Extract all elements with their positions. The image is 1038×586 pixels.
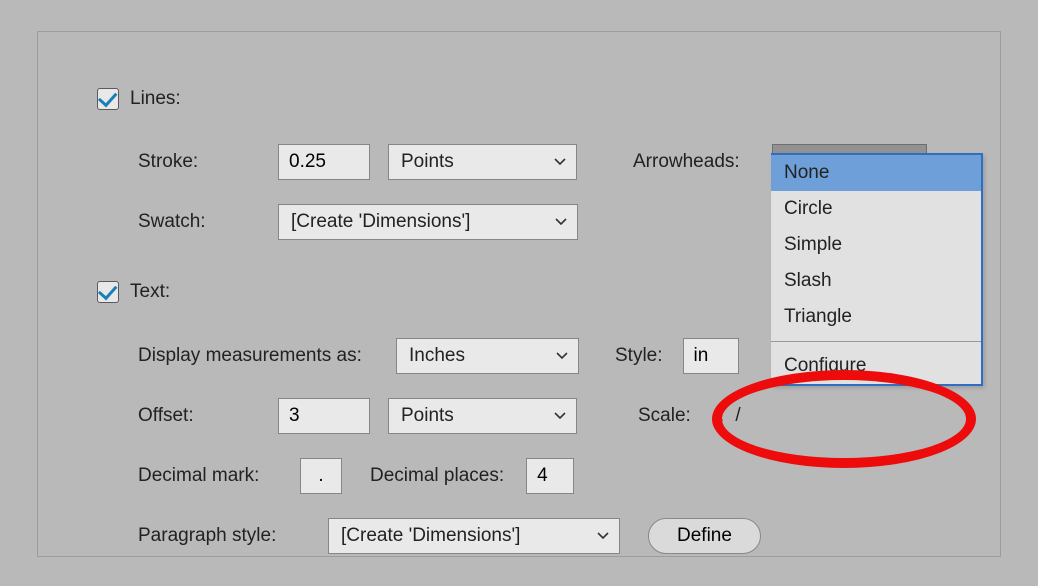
display-unit-value: Inches bbox=[409, 345, 465, 367]
style-input[interactable] bbox=[683, 338, 739, 374]
chevron-down-icon bbox=[554, 156, 566, 168]
chevron-down-icon bbox=[554, 410, 566, 422]
stroke-input[interactable] bbox=[278, 144, 370, 180]
scale-numerator: 1 bbox=[713, 405, 724, 427]
chevron-down-icon bbox=[555, 216, 567, 228]
swatch-row: Swatch: [Create 'Dimensions'] bbox=[138, 204, 578, 240]
scale-label: Scale: bbox=[638, 405, 691, 427]
arrowheads-label: Arrowheads: bbox=[633, 151, 740, 173]
offset-label: Offset: bbox=[138, 405, 278, 427]
swatch-label: Swatch: bbox=[138, 211, 278, 233]
paragraph-style-label: Paragraph style: bbox=[138, 525, 328, 547]
chevron-down-icon bbox=[556, 350, 568, 362]
decimal-row: Decimal mark: Decimal places: bbox=[138, 458, 574, 494]
text-checkbox[interactable] bbox=[97, 281, 119, 303]
display-label: Display measurements as: bbox=[138, 345, 396, 367]
arrowheads-dropdown-list: None Circle Simple Slash Triangle Config… bbox=[771, 153, 983, 386]
paragraph-style-value: [Create 'Dimensions'] bbox=[341, 525, 520, 547]
style-label: Style: bbox=[615, 345, 663, 367]
chevron-down-icon bbox=[597, 530, 609, 542]
offset-unit-value: Points bbox=[401, 405, 454, 427]
display-unit-combo[interactable]: Inches bbox=[396, 338, 579, 374]
decimal-places-input[interactable] bbox=[526, 458, 574, 494]
paragraph-style-combo[interactable]: [Create 'Dimensions'] bbox=[328, 518, 620, 554]
swatch-combo[interactable]: [Create 'Dimensions'] bbox=[278, 204, 578, 240]
decimal-places-label: Decimal places: bbox=[370, 465, 504, 487]
offset-unit-combo[interactable]: Points bbox=[388, 398, 577, 434]
lines-checkbox[interactable] bbox=[97, 88, 119, 110]
dropdown-item-circle[interactable]: Circle bbox=[771, 191, 981, 227]
dropdown-item-configure[interactable]: Configure bbox=[771, 348, 981, 384]
dropdown-item-slash[interactable]: Slash bbox=[771, 263, 981, 299]
stroke-unit-combo[interactable]: Points bbox=[388, 144, 577, 180]
dropdown-divider bbox=[771, 341, 981, 342]
text-label: Text: bbox=[130, 281, 170, 303]
text-section-header: Text: bbox=[97, 281, 170, 303]
offset-row: Offset: Points Scale: 1 / bbox=[138, 398, 741, 434]
lines-label: Lines: bbox=[130, 88, 181, 110]
stroke-label: Stroke: bbox=[138, 151, 278, 173]
dropdown-item-simple[interactable]: Simple bbox=[771, 227, 981, 263]
decimal-mark-input[interactable] bbox=[300, 458, 342, 494]
decimal-mark-label: Decimal mark: bbox=[138, 465, 300, 487]
paragraph-style-row: Paragraph style: [Create 'Dimensions'] D… bbox=[138, 518, 761, 554]
lines-section-header: Lines: bbox=[97, 88, 181, 110]
stroke-unit-value: Points bbox=[401, 151, 454, 173]
display-row: Display measurements as: Inches Style: bbox=[138, 338, 739, 374]
swatch-value: [Create 'Dimensions'] bbox=[291, 211, 470, 233]
offset-input[interactable] bbox=[278, 398, 370, 434]
scale-separator: / bbox=[735, 405, 740, 427]
dropdown-item-none[interactable]: None bbox=[771, 155, 981, 191]
dropdown-item-triangle[interactable]: Triangle bbox=[771, 299, 981, 335]
define-button[interactable]: Define bbox=[648, 518, 761, 554]
